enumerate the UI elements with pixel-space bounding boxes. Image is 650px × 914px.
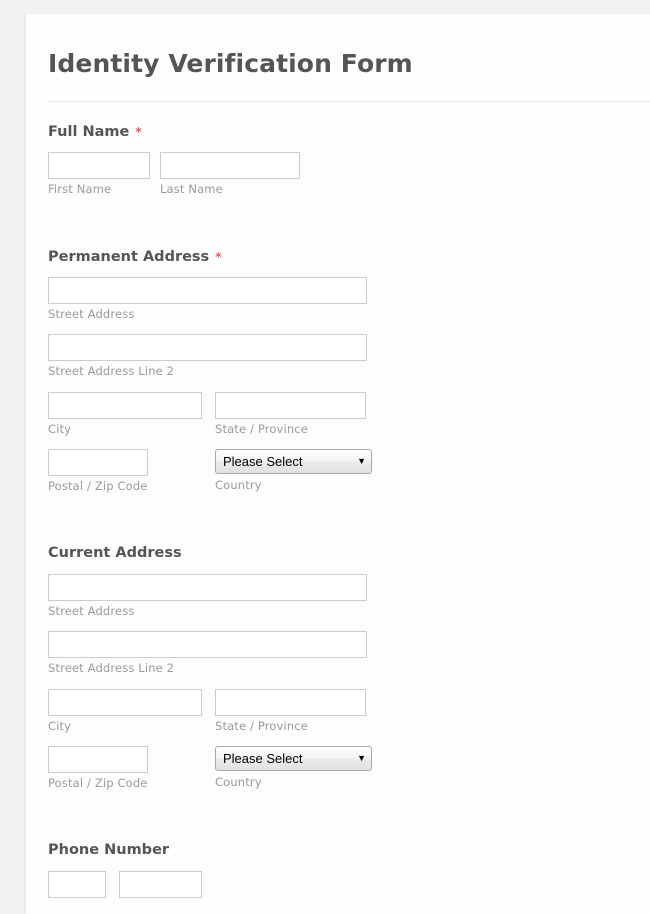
permanent-postal-sublabel: Postal / Zip Code	[48, 479, 148, 494]
permanent-city-sublabel: City	[48, 421, 72, 436]
permanent-country-selected-value: Please Select	[223, 454, 303, 470]
permanent-city-input[interactable]	[48, 391, 202, 419]
current-street-group: Street Address	[48, 573, 650, 618]
current-postal-sublabel: Postal / Zip Code	[48, 775, 148, 790]
page-title: Identity Verification Form	[48, 49, 413, 78]
permanent-country-group: Please Select ▼ Country	[215, 449, 372, 493]
current-street-sublabel: Street Address	[48, 603, 135, 618]
permanent-city-state-row: City State / Province	[48, 391, 650, 436]
last-name-sublabel: Last Name	[160, 182, 223, 197]
permanent-street2-input[interactable]	[48, 334, 367, 362]
full-name-label-text: Full Name	[48, 123, 130, 140]
last-name-input[interactable]	[160, 152, 300, 180]
current-city-state-row: City State / Province	[48, 688, 650, 733]
chevron-down-icon: ▼	[357, 752, 366, 763]
permanent-postal-country-row: Postal / Zip Code Please Select ▼ Countr…	[48, 449, 650, 493]
permanent-street2-sublabel: Street Address Line 2	[48, 364, 175, 379]
full-name-label: Full Name *	[48, 124, 650, 141]
current-postal-country-row: Postal / Zip Code Please Select ▼ Countr…	[48, 745, 650, 790]
phone-number-group	[119, 870, 202, 898]
current-country-sublabel: Country	[215, 774, 262, 789]
question-current-address: Current Address Street Address Street Ad…	[48, 523, 650, 790]
current-street-input[interactable]	[48, 573, 367, 601]
first-name-input[interactable]	[48, 152, 150, 180]
permanent-street-sublabel: Street Address	[48, 306, 135, 321]
permanent-country-sublabel: Country	[215, 478, 262, 493]
current-address-label: Current Address	[48, 545, 650, 562]
current-postal-input[interactable]	[48, 745, 148, 773]
permanent-country-select[interactable]: Please Select ▼	[215, 449, 372, 475]
phone-number-label-text: Phone Number	[48, 842, 170, 859]
current-street2-sublabel: Street Address Line 2	[48, 661, 175, 676]
form-body: Identity Verification Form Full Name * Fi…	[26, 14, 650, 898]
current-country-selected-value: Please Select	[223, 750, 303, 766]
current-postal-group: Postal / Zip Code	[48, 745, 215, 790]
phone-area-group	[48, 870, 106, 898]
last-name-group: Last Name	[160, 152, 300, 196]
form-card: Identity Verification Form Full Name * Fi…	[26, 14, 650, 914]
permanent-address-label: Permanent Address *	[48, 249, 650, 266]
current-street2-group: Street Address Line 2	[48, 631, 650, 675]
permanent-state-input[interactable]	[215, 391, 366, 419]
phone-number-fields	[48, 870, 650, 898]
permanent-city-group: City	[48, 391, 202, 436]
permanent-postal-group: Postal / Zip Code	[48, 449, 215, 493]
chevron-down-icon: ▼	[357, 456, 366, 467]
phone-number-input[interactable]	[119, 870, 202, 898]
required-asterisk: *	[215, 249, 222, 264]
current-city-sublabel: City	[48, 718, 72, 733]
phone-area-code-input[interactable]	[48, 870, 106, 898]
question-full-name: Full Name * First Name Last Name	[48, 102, 650, 197]
current-state-input[interactable]	[215, 688, 366, 716]
question-phone-number: Phone Number	[48, 820, 650, 898]
current-country-group: Please Select ▼ Country	[215, 745, 372, 790]
phone-number-label: Phone Number	[48, 842, 650, 859]
permanent-address-label-text: Permanent Address	[48, 248, 210, 265]
permanent-street2-group: Street Address Line 2	[48, 334, 650, 378]
permanent-state-group: State / Province	[215, 391, 366, 436]
required-asterisk: *	[135, 124, 142, 139]
first-name-sublabel: First Name	[48, 182, 112, 197]
question-permanent-address: Permanent Address * Street Address Street…	[48, 227, 650, 494]
current-street2-input[interactable]	[48, 631, 367, 659]
first-name-group: First Name	[48, 152, 150, 196]
full-name-fields: First Name Last Name	[48, 152, 650, 196]
permanent-street-group: Street Address	[48, 276, 650, 321]
current-country-select[interactable]: Please Select ▼	[215, 745, 372, 771]
current-address-label-text: Current Address	[48, 545, 182, 562]
current-state-group: State / Province	[215, 688, 366, 733]
permanent-state-sublabel: State / Province	[215, 421, 308, 436]
current-state-sublabel: State / Province	[215, 718, 308, 733]
current-city-input[interactable]	[48, 688, 202, 716]
permanent-street-input[interactable]	[48, 276, 367, 304]
permanent-postal-input[interactable]	[48, 449, 148, 477]
current-city-group: City	[48, 688, 202, 733]
